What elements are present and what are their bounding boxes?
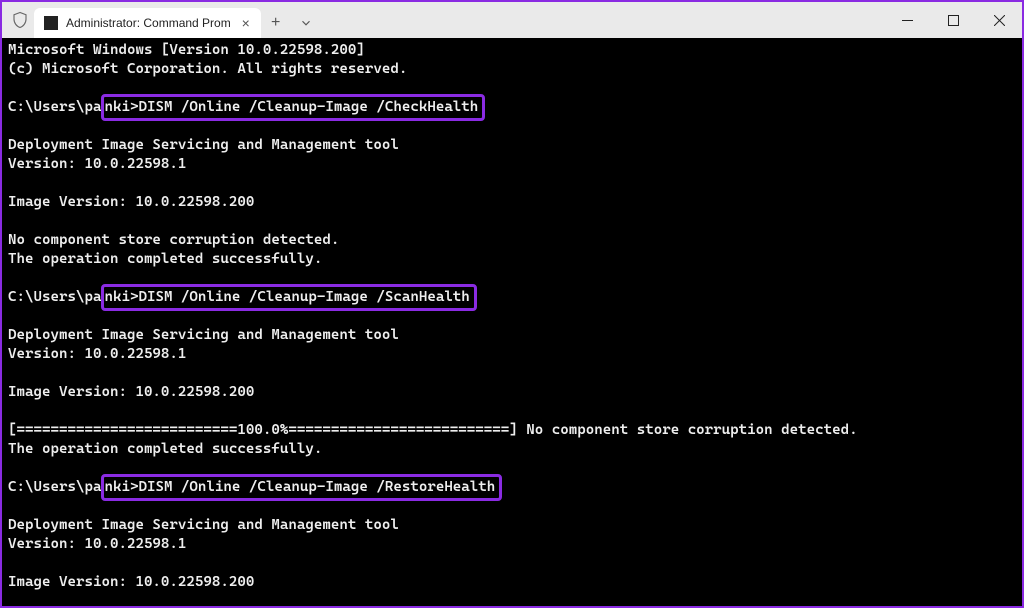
tab-title: Administrator: Command Prom <box>66 16 231 30</box>
close-tab-button[interactable]: × <box>239 16 253 30</box>
tab-dropdown-button[interactable] <box>291 8 321 38</box>
maximize-button[interactable] <box>930 2 976 38</box>
close-window-button[interactable] <box>976 2 1022 38</box>
minimize-button[interactable] <box>884 2 930 38</box>
terminal-output: Microsoft Windows [Version 10.0.22598.20… <box>8 41 1016 606</box>
new-tab-button[interactable]: + <box>261 8 291 38</box>
terminal-area[interactable]: Microsoft Windows [Version 10.0.22598.20… <box>2 38 1022 606</box>
cmd-icon <box>44 16 58 30</box>
shield-icon <box>10 10 30 30</box>
tab-active[interactable]: Administrator: Command Prom × <box>34 8 261 38</box>
window-controls <box>884 2 1022 38</box>
tab-strip: Administrator: Command Prom × + <box>34 2 321 38</box>
titlebar[interactable]: Administrator: Command Prom × + <box>2 2 1022 38</box>
app-window: Administrator: Command Prom × + Microsof… <box>0 0 1024 608</box>
